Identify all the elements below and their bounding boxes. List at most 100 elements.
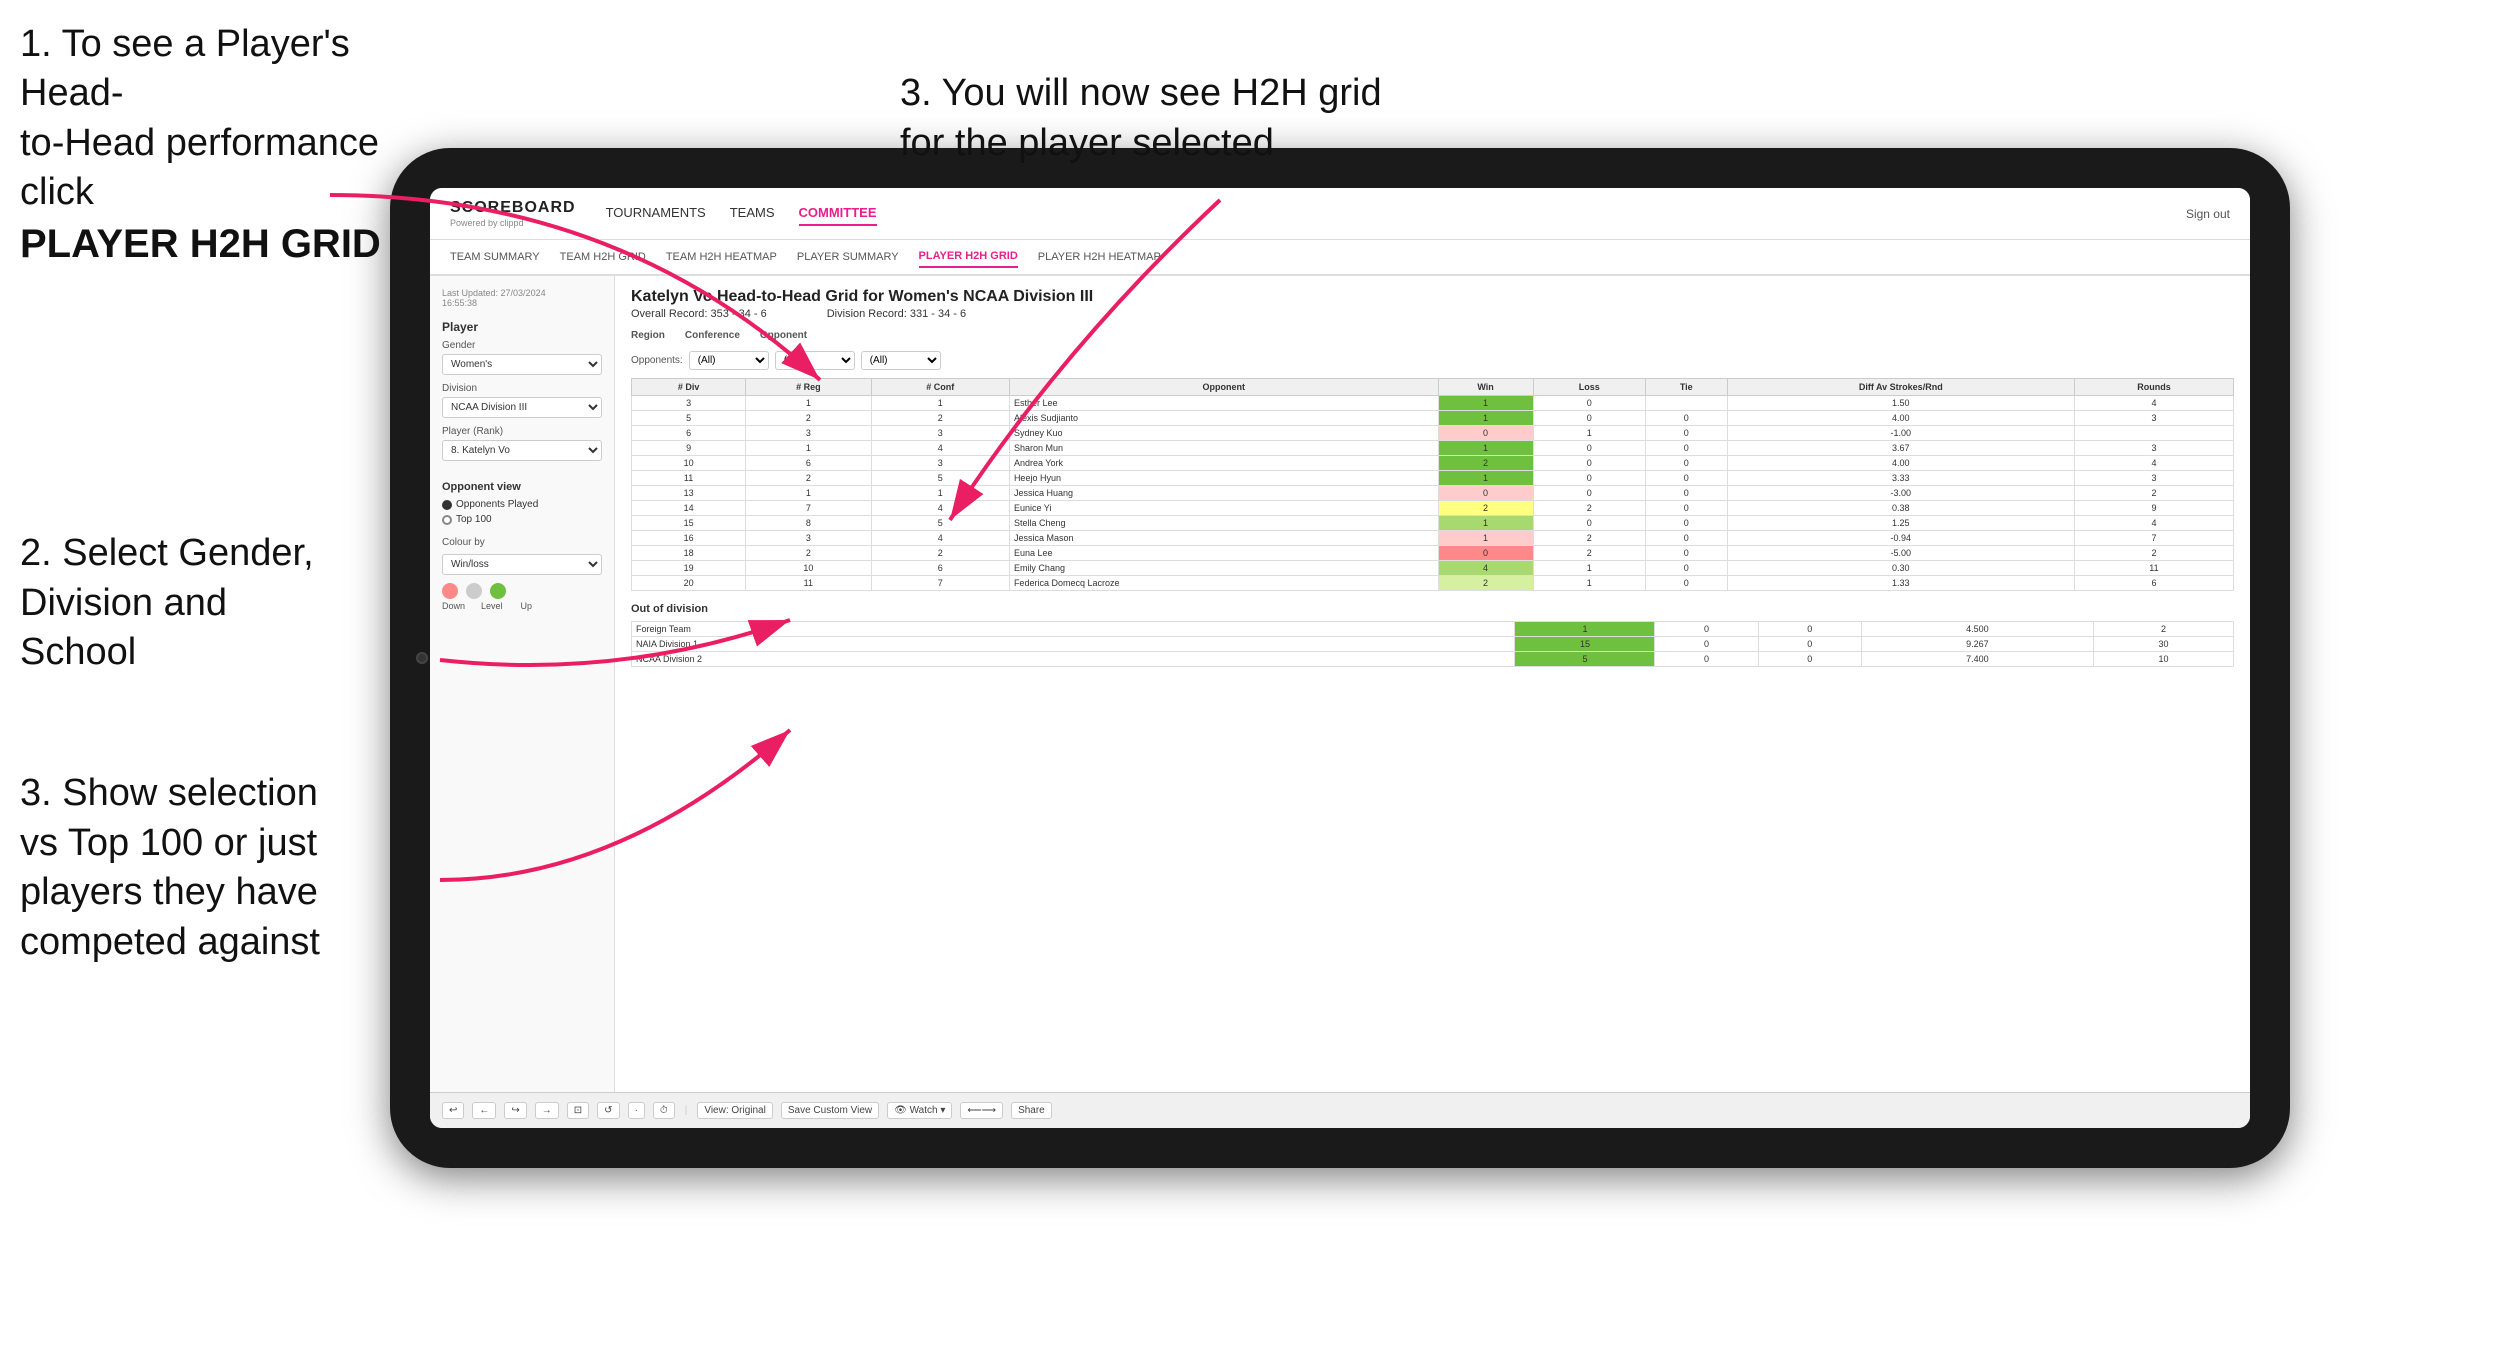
sidebar-division-label: Division: [442, 383, 602, 394]
filter-region-select[interactable]: (All): [689, 351, 769, 370]
toolbar-layout[interactable]: ⟵⟶: [960, 1102, 1003, 1119]
table-row: 16: [632, 531, 746, 546]
data-area: Katelyn Vo Head-to-Head Grid for Women's…: [615, 276, 2250, 1092]
ood-table: Foreign Team 1 0 0 4.500 2 NAIA Division…: [631, 621, 2234, 667]
sub-nav-player-h2h-grid[interactable]: PLAYER H2H GRID: [919, 246, 1018, 268]
sidebar-gender-select[interactable]: Women's: [442, 354, 602, 375]
toolbar-dot[interactable]: ·: [628, 1102, 645, 1119]
instruction-top-right-text: 3. You will now see H2H grid for the pla…: [900, 72, 1382, 163]
instruction-bold: PLAYER H2H GRID: [20, 222, 381, 266]
toolbar-timer[interactable]: ⏱: [653, 1102, 675, 1119]
sub-nav-team-summary[interactable]: TEAM SUMMARY: [450, 247, 540, 267]
sidebar-player-rank-select[interactable]: 8. Katelyn Vo: [442, 440, 602, 461]
table-row: 11: [632, 471, 746, 486]
th-reg: # Reg: [746, 379, 871, 396]
colour-label-up: Up: [521, 601, 533, 611]
radio-label-opponents: Opponents Played: [456, 499, 538, 510]
sidebar-timestamp: Last Updated: 27/03/2024 16:55:38: [442, 288, 602, 308]
table-row: 10: [632, 456, 746, 471]
th-conf: # Conf: [871, 379, 1009, 396]
toolbar-grid[interactable]: ⊡: [567, 1102, 589, 1119]
filter-region-label: Region: [631, 330, 665, 341]
logo-text: SCOREBOARD: [450, 199, 576, 216]
record-row: Overall Record: 353 - 34 - 6 Division Re…: [631, 308, 2234, 320]
table-row: 6: [632, 426, 746, 441]
logo-area: SCOREBOARD Powered by clippd: [450, 199, 576, 228]
toolbar-share[interactable]: Share: [1011, 1102, 1052, 1119]
colour-label-level: Level: [481, 601, 503, 611]
sidebar-gender-label: Gender: [442, 340, 602, 351]
instruction-bottom-text: 3. Show selection vs Top 100 or just pla…: [20, 772, 320, 962]
division-record: Division Record: 331 - 34 - 6: [827, 308, 966, 320]
out-of-division-title: Out of division: [631, 603, 2234, 615]
instruction-top-right: 3. You will now see H2H grid for the pla…: [900, 20, 1400, 168]
table-row: 20: [632, 576, 746, 591]
sidebar: Last Updated: 27/03/2024 16:55:38 Player…: [430, 276, 615, 1092]
nav-items: TOURNAMENTS TEAMS COMMITTEE: [606, 201, 2186, 226]
table-row: 5: [632, 411, 746, 426]
colour-label-down: Down: [442, 601, 465, 611]
toolbar-sep1: |: [685, 1105, 688, 1116]
nav-item-teams[interactable]: TEAMS: [730, 201, 775, 226]
instruction-top-left: 1. To see a Player's Head- to-Head perfo…: [20, 20, 400, 270]
filter-group-region: Region: [631, 330, 665, 341]
radio-opponents-played[interactable]: Opponents Played: [442, 499, 602, 510]
nav-item-tournaments[interactable]: TOURNAMENTS: [606, 201, 706, 226]
table-row: 18: [632, 546, 746, 561]
colour-dot-level: [466, 583, 482, 599]
sidebar-radio-group: Opponents Played Top 100: [442, 499, 602, 525]
table-row: 9: [632, 441, 746, 456]
table-row: 15: [632, 516, 746, 531]
th-opponent: Opponent: [1009, 379, 1438, 396]
instruction-bottom-left: 3. Show selection vs Top 100 or just pla…: [20, 720, 410, 967]
h2h-table: # Div # Reg # Conf Opponent Win Loss Tie…: [631, 378, 2234, 591]
table-row: 13: [632, 486, 746, 501]
th-loss: Loss: [1533, 379, 1645, 396]
th-rounds: Rounds: [2074, 379, 2233, 396]
sign-out-link[interactable]: Sign out: [2186, 207, 2230, 221]
radio-top100[interactable]: Top 100: [442, 514, 602, 525]
main-content: Last Updated: 27/03/2024 16:55:38 Player…: [430, 276, 2250, 1092]
instruction-line1: 1. To see a Player's Head-: [20, 23, 350, 114]
top-nav: SCOREBOARD Powered by clippd TOURNAMENTS…: [430, 188, 2250, 240]
th-div: # Div: [632, 379, 746, 396]
opponents-label: Opponents:: [631, 355, 683, 366]
sub-nav-team-h2h-grid[interactable]: TEAM H2H GRID: [560, 247, 646, 267]
toolbar-redo[interactable]: ↪: [504, 1102, 526, 1119]
colour-dot-up: [490, 583, 506, 599]
h2h-title: Katelyn Vo Head-to-Head Grid for Women's…: [631, 288, 2234, 306]
filter-subrow: Opponents: (All) (All) (All): [631, 351, 2234, 370]
tablet-frame: SCOREBOARD Powered by clippd TOURNAMENTS…: [390, 148, 2290, 1168]
table-row: 19: [632, 561, 746, 576]
sidebar-division-select[interactable]: NCAA Division III: [442, 397, 602, 418]
toolbar-back[interactable]: ←: [472, 1102, 496, 1119]
toolbar-forward[interactable]: →: [535, 1102, 559, 1119]
nav-right: Sign out: [2186, 207, 2230, 221]
colour-section: Colour by Win/loss Down Level Up: [442, 537, 602, 611]
toolbar-save-custom[interactable]: Save Custom View: [781, 1102, 879, 1119]
instruction-mid-text: 2. Select Gender, Division and School: [20, 532, 314, 673]
filter-opponent-select[interactable]: (All): [861, 351, 941, 370]
radio-dot-top100: [442, 515, 452, 525]
filter-group-conference: Conference: [685, 330, 740, 341]
sidebar-opponent-view-title: Opponent view: [442, 481, 602, 493]
table-row: 14: [632, 501, 746, 516]
sub-nav-team-h2h-heatmap[interactable]: TEAM H2H HEATMAP: [666, 247, 777, 267]
toolbar-watch[interactable]: 👁 Watch ▾: [887, 1102, 952, 1119]
tablet-screen: SCOREBOARD Powered by clippd TOURNAMENTS…: [430, 188, 2250, 1128]
sidebar-player-title: Player: [442, 320, 602, 334]
colour-labels: Down Level Up: [442, 601, 602, 611]
logo-sub: Powered by clippd: [450, 218, 576, 228]
th-win: Win: [1438, 379, 1533, 396]
filter-conference-select[interactable]: (All): [775, 351, 855, 370]
sub-nav-player-summary[interactable]: PLAYER SUMMARY: [797, 247, 899, 267]
th-diff: Diff Av Strokes/Rnd: [1727, 379, 2074, 396]
nav-item-committee[interactable]: COMMITTEE: [799, 201, 877, 226]
radio-dot-opponents: [442, 500, 452, 510]
toolbar-undo[interactable]: ↩: [442, 1102, 464, 1119]
sub-nav-player-h2h-heatmap[interactable]: PLAYER H2H HEATMAP: [1038, 247, 1161, 267]
sidebar-colour-select[interactable]: Win/loss: [442, 554, 602, 575]
toolbar-view-original[interactable]: View: Original: [697, 1102, 773, 1119]
toolbar-refresh[interactable]: ↺: [597, 1102, 619, 1119]
overall-record: Overall Record: 353 - 34 - 6: [631, 308, 767, 320]
